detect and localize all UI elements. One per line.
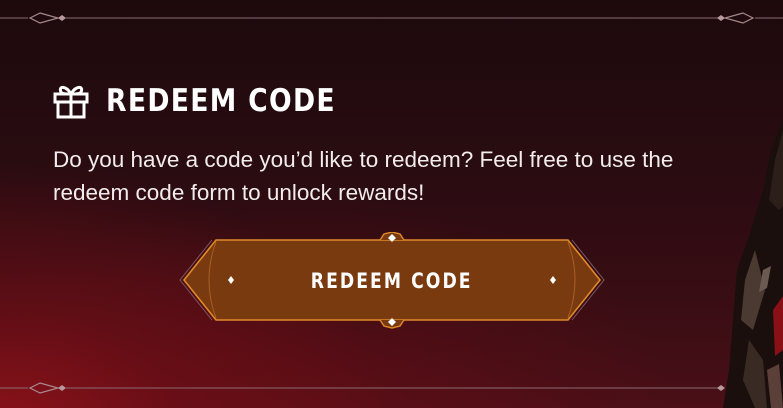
- button-label-text: REDEEM CODE: [311, 269, 473, 293]
- top-ornament-divider: [0, 12, 783, 24]
- redeem-code-button-label: REDEEM CODE: [172, 232, 612, 330]
- section-description: Do you have a code you’d like to redeem?…: [53, 147, 674, 205]
- gift-icon: [53, 85, 89, 119]
- section-title: REDEEM CODE: [106, 83, 336, 119]
- section-header: REDEEM CODE: [52, 80, 373, 122]
- redeem-code-button[interactable]: REDEEM CODE: [172, 232, 612, 330]
- bottom-ornament-divider: [0, 382, 725, 394]
